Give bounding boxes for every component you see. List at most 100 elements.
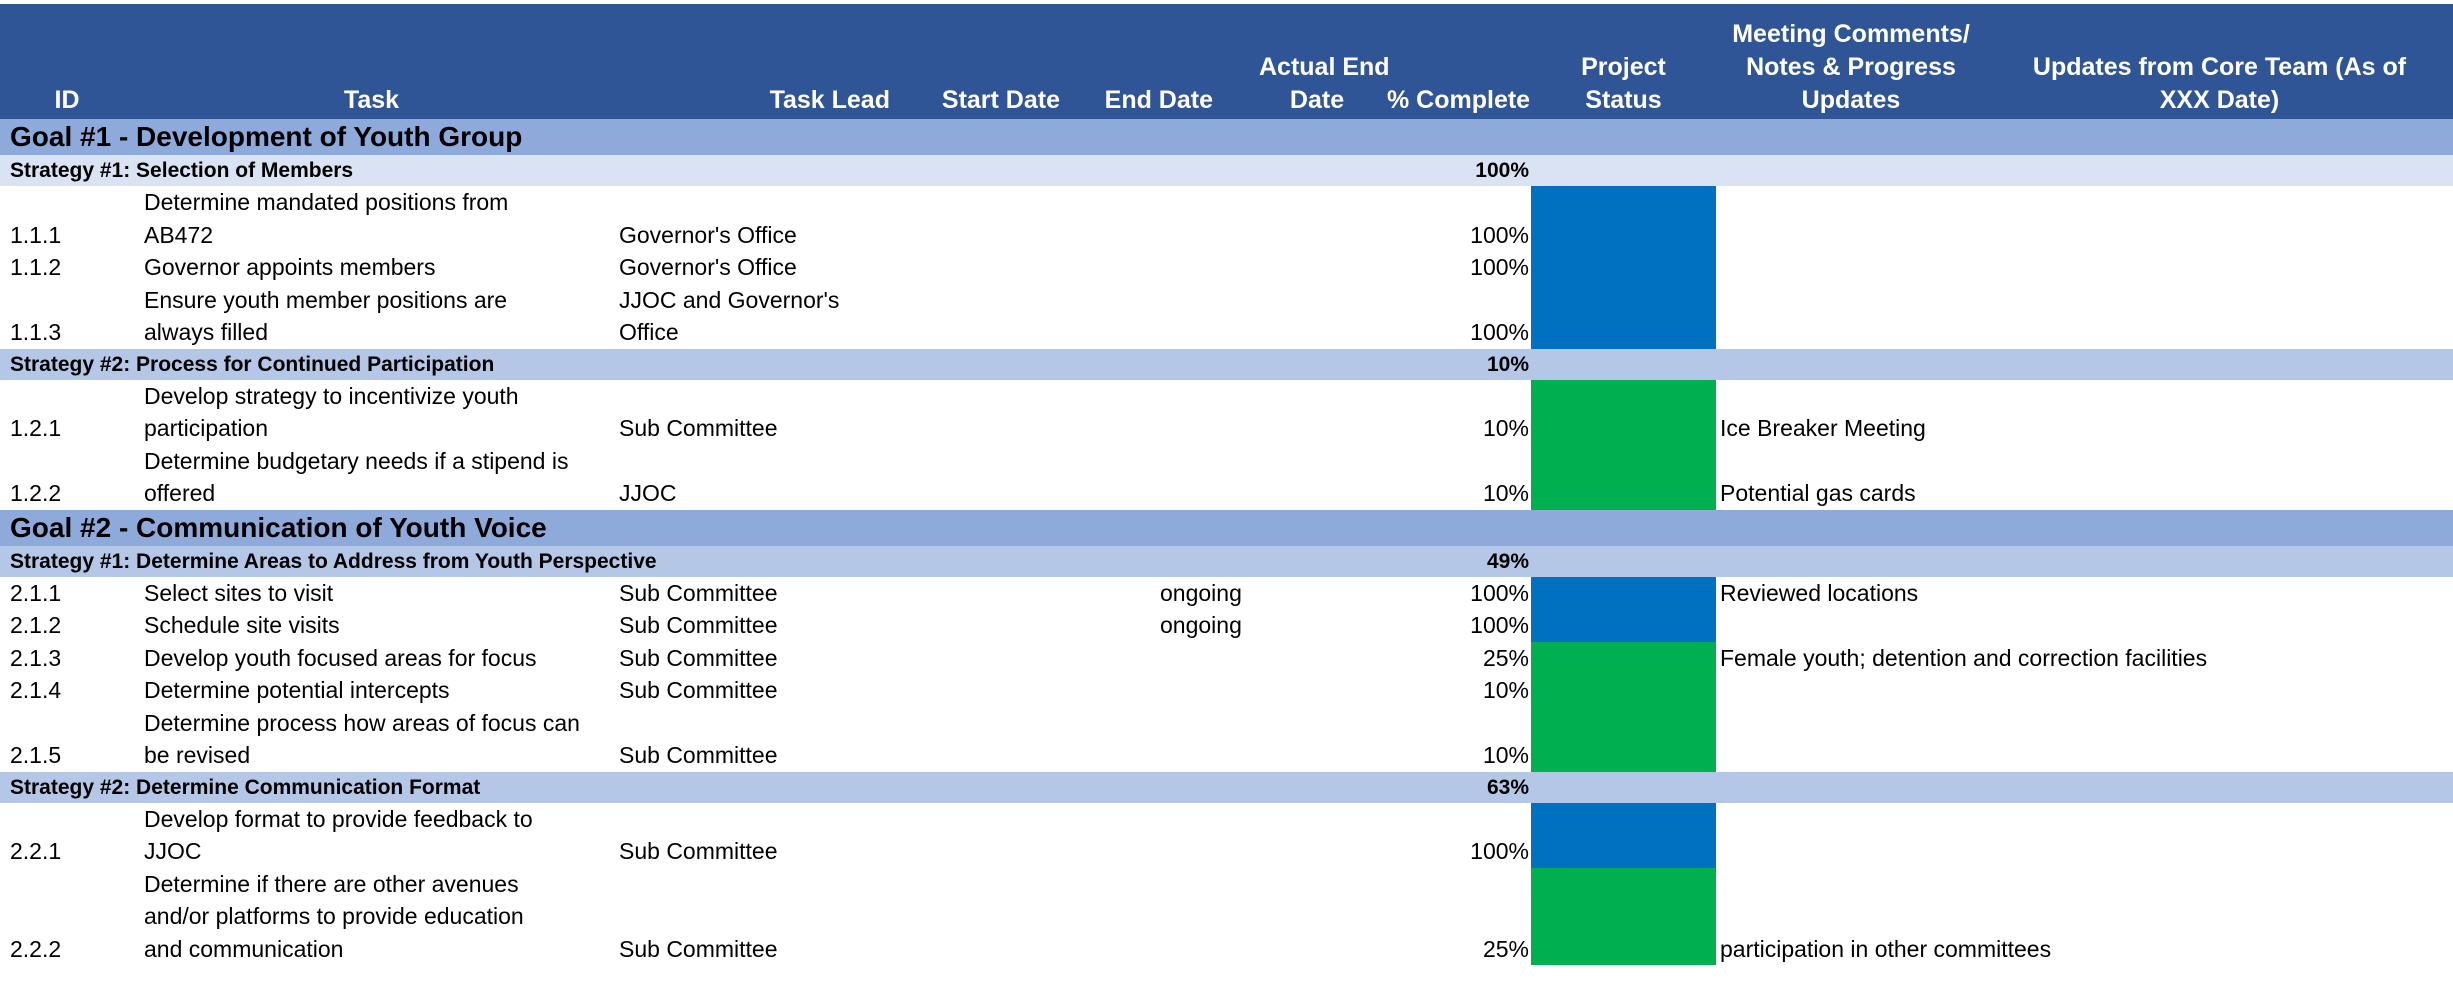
task-name: Develop youth focused areas for focus	[144, 644, 537, 671]
task-name: Determine process how areas of focus can…	[144, 709, 580, 769]
task-lead: Sub Committee	[619, 838, 778, 864]
task-pct: 10%	[1482, 677, 1529, 703]
task-status-indicator	[1531, 379, 1716, 445]
task-id: 1.2.1	[10, 415, 62, 441]
goal-row: Goal #2 - Communication of Youth Voice	[0, 509, 2453, 546]
strategy-pct: 49%	[1486, 549, 1529, 573]
task-row[interactable]: 2.1.4 Determine potential intercepts Sub…	[0, 674, 2453, 707]
header-end-date[interactable]: End Date	[1066, 4, 1219, 119]
task-pct: 10%	[1482, 480, 1529, 506]
strategy-comment-cell	[1716, 155, 2453, 186]
task-lead: Governor's Office	[619, 221, 797, 248]
task-row[interactable]: 2.1.2 Schedule site visits Sub Committee…	[0, 609, 2453, 642]
task-row[interactable]: 1.1.1 Determine mandated positions from A…	[0, 186, 2453, 251]
task-status-indicator	[1531, 283, 1716, 349]
task-pct: 10%	[1482, 415, 1529, 441]
strategy-status-cell	[1531, 155, 1716, 186]
goal-title: Goal #2 - Communication of Youth Voice	[0, 509, 2453, 546]
task-lead: Sub Committee	[619, 935, 778, 962]
header-start-date[interactable]: Start Date	[896, 4, 1066, 119]
task-pct: 25%	[1482, 935, 1529, 962]
task-row[interactable]: 1.2.1 Develop strategy to incentivize yo…	[0, 379, 2453, 445]
strategy-row: Strategy #1: Determine Areas to Address …	[0, 545, 2453, 577]
task-name: Governor appoints members	[144, 254, 436, 280]
task-lead: Sub Committee	[619, 644, 778, 671]
task-row[interactable]: 2.2.1 Develop format to provide feedback…	[0, 802, 2453, 868]
task-id: 2.1.1	[10, 579, 62, 606]
task-row[interactable]: 2.1.5 Determine process how areas of foc…	[0, 706, 2453, 772]
task-comment: Reviewed locations	[1720, 579, 1919, 606]
task-id: 2.1.3	[10, 644, 62, 671]
task-row[interactable]: 2.2.2 Determine if there are other avenu…	[0, 867, 2453, 965]
task-pct: 100%	[1470, 612, 1529, 638]
task-pct: 25%	[1482, 644, 1529, 671]
strategy-pct: 63%	[1486, 775, 1529, 799]
task-lead: Sub Committee	[619, 612, 778, 638]
task-name: Determine if there are other avenues and/…	[144, 870, 524, 962]
header-task[interactable]: Task	[134, 4, 609, 119]
header-project-status[interactable]: Project Status	[1531, 4, 1716, 119]
task-row[interactable]: 2.1.1 Select sites to visit Sub Committe…	[0, 576, 2453, 609]
task-actual-end: ongoing	[1160, 579, 1242, 606]
task-name: Select sites to visit	[144, 579, 334, 606]
task-status-indicator	[1531, 576, 1716, 609]
header-meeting-comments[interactable]: Meeting Comments/Notes & Progress Updates	[1716, 4, 1986, 119]
header-actual-end-date[interactable]: Actual End Date	[1219, 4, 1390, 119]
task-name: Develop strategy to incentivize youth par…	[144, 382, 519, 442]
strategy-row: Strategy #2: Determine Communication For…	[0, 771, 2453, 803]
task-comment: Female youth; detention and correction f…	[1720, 644, 2208, 671]
task-lead: Sub Committee	[619, 579, 778, 606]
goal-row-end	[1986, 119, 2453, 155]
strategy-title: Strategy #1: Determine Areas to Address …	[10, 549, 657, 573]
task-status-indicator	[1531, 706, 1716, 772]
header-core-team-updates[interactable]: Updates from Core Team (As of XXX Date)	[1986, 4, 2453, 119]
strategy-cell: Strategy #1: Determine Areas to Address …	[0, 545, 1531, 577]
goal-title: Goal #1 - Development of Youth Group	[0, 119, 1986, 155]
task-id: 1.2.2	[10, 480, 62, 506]
task-id: 2.2.2	[10, 935, 62, 962]
task-pct: 100%	[1470, 254, 1529, 280]
task-core-update	[1986, 186, 2453, 251]
project-tracker-table: ID Task Task Lead Start Date End Date Ac…	[0, 4, 2453, 965]
task-id: 2.2.1	[10, 838, 62, 864]
header-row: ID Task Task Lead Start Date End Date Ac…	[0, 4, 2453, 119]
task-id: 2.1.2	[10, 612, 62, 638]
task-pct: 100%	[1470, 319, 1529, 345]
header-id[interactable]: ID	[0, 4, 134, 119]
task-status-indicator	[1531, 867, 1716, 965]
task-name: Ensure youth member positions are always …	[144, 286, 508, 346]
task-actual-end	[1219, 186, 1381, 251]
strategy-cell: Strategy #1: Selection of Members 100%	[0, 155, 1531, 186]
task-lead: JJOC and Governor's Office	[619, 286, 840, 346]
task-pct: 100%	[1470, 579, 1529, 606]
task-id: 1.1.1	[10, 221, 62, 248]
task-lead: JJOC	[619, 480, 677, 506]
task-id: 1.1.3	[10, 319, 62, 345]
task-id: 1.1.2	[10, 254, 62, 280]
task-id: 2.1.4	[10, 677, 62, 703]
task-status-indicator	[1531, 674, 1716, 707]
task-row[interactable]: 1.1.3 Ensure youth member positions are a…	[0, 283, 2453, 349]
header-task-lead[interactable]: Task Lead	[609, 4, 896, 119]
task-lead: Governor's Office	[619, 254, 797, 280]
task-row[interactable]: 1.1.2 Governor appoints members Governor…	[0, 251, 2453, 284]
task-status-indicator	[1531, 641, 1716, 674]
task-row[interactable]: 2.1.3 Develop youth focused areas for fo…	[0, 641, 2453, 674]
task-status-indicator	[1531, 444, 1716, 510]
task-row[interactable]: 1.2.2 Determine budgetary needs if a sti…	[0, 444, 2453, 510]
strategy-pct: 10%	[1486, 352, 1529, 376]
task-comment: Ice Breaker Meeting	[1720, 415, 1926, 441]
task-comment: participation in other committees	[1720, 935, 2052, 962]
task-id: 2.1.5	[10, 742, 62, 768]
task-status-indicator	[1531, 609, 1716, 642]
task-name: Determine mandated positions from AB472	[144, 189, 509, 248]
task-name: Determine budgetary needs if a stipend i…	[144, 447, 569, 507]
strategy-cell: Strategy #2: Process for Continued Parti…	[0, 348, 1531, 380]
task-lead: Sub Committee	[619, 415, 778, 441]
task-name: Schedule site visits	[144, 612, 340, 638]
strategy-cell: Strategy #2: Determine Communication For…	[0, 771, 1531, 803]
task-lead: Sub Committee	[619, 677, 778, 703]
header-pct-complete[interactable]: % Complete	[1381, 4, 1531, 119]
task-name: Develop format to provide feedback to JJO…	[144, 805, 533, 865]
strategy-title: Strategy #2: Determine Communication For…	[10, 775, 481, 799]
